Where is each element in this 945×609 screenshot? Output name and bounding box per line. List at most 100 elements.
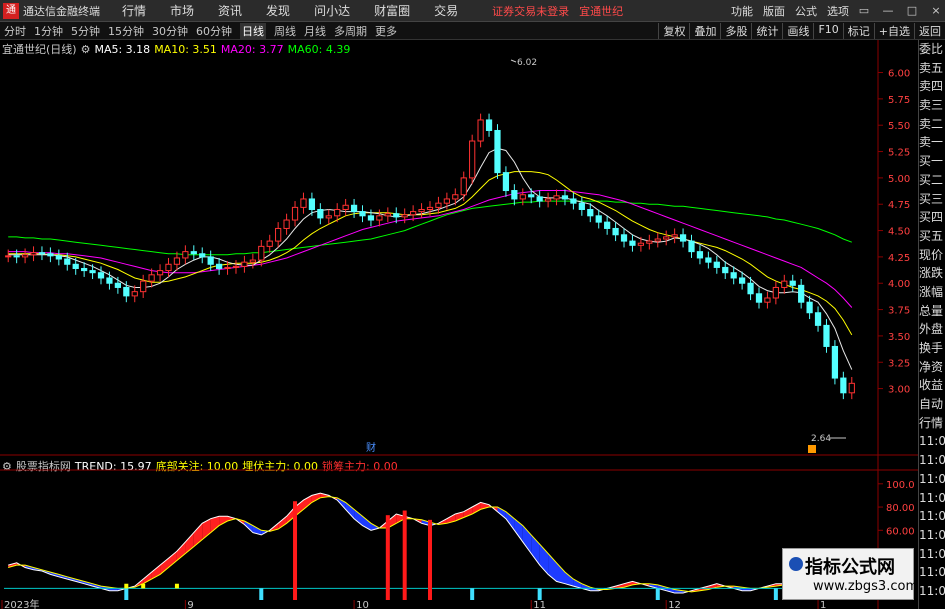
- menu-item-ask[interactable]: 问小达: [314, 2, 350, 19]
- period-intraday[interactable]: 分时: [4, 23, 26, 39]
- menu-item-options[interactable]: 选项: [827, 3, 849, 19]
- event-flag-icon[interactable]: [808, 445, 816, 453]
- side-panel-item[interactable]: 卖二: [919, 115, 945, 134]
- candle-down: [578, 202, 585, 210]
- candle-down: [747, 282, 754, 295]
- candle-down: [604, 221, 611, 229]
- candle-up: [848, 382, 855, 394]
- side-panel-item[interactable]: 涨跌: [919, 264, 945, 283]
- period-multi[interactable]: 多周期: [334, 23, 367, 39]
- menu-item-wealth[interactable]: 财富圈: [374, 2, 410, 19]
- side-panel-item[interactable]: 11:0: [919, 582, 945, 601]
- side-panel-item[interactable]: 自动: [919, 395, 945, 414]
- candle-up: [140, 280, 147, 293]
- event-marker[interactable]: 财: [366, 441, 376, 454]
- side-panel-item[interactable]: 净资: [919, 358, 945, 377]
- side-panel-item[interactable]: 买二: [919, 171, 945, 190]
- side-panel-item[interactable]: 委比: [919, 40, 945, 59]
- period-60min[interactable]: 60分钟: [196, 23, 232, 39]
- side-panel-item[interactable]: 行情: [919, 414, 945, 433]
- period-15min[interactable]: 15分钟: [108, 23, 144, 39]
- side-panel-item[interactable]: 11:0: [919, 489, 945, 508]
- period-daily[interactable]: 日线: [240, 22, 266, 39]
- menu-item-formula[interactable]: 公式: [795, 3, 817, 19]
- f10-button[interactable]: F10: [813, 22, 842, 39]
- menu-item-market[interactable]: 行情: [122, 2, 146, 19]
- multi-stock-button[interactable]: 多股: [720, 22, 751, 39]
- indicator-tick-label: 60.00: [886, 526, 915, 537]
- hidden-force-bar: [124, 583, 129, 589]
- chart-area[interactable]: 6.00 5.75 5.50 5.25 5.00 4.75 4.50 4.25 4.00 3.75…: [0, 40, 918, 609]
- price-axis: 6.00 5.75 5.50 5.25 5.00 4.75 4.50 4.25 4.00 3.75…: [878, 69, 910, 396]
- period-5min[interactable]: 5分钟: [71, 23, 100, 39]
- side-panel-item[interactable]: 外盘: [919, 320, 945, 339]
- candle-up: [410, 211, 417, 216]
- candle-up: [232, 265, 240, 268]
- side-panel-item[interactable]: 卖三: [919, 96, 945, 115]
- price-tick-label: 4.25: [888, 253, 910, 264]
- side-panel-item[interactable]: 买四: [919, 208, 945, 227]
- login-status[interactable]: 证券交易未登录: [492, 3, 569, 19]
- side-panel-item[interactable]: 11:0: [919, 507, 945, 526]
- restore-window-icon[interactable]: ▭: [855, 4, 873, 18]
- menu-item-markets[interactable]: 市场: [170, 2, 194, 19]
- side-panel-item[interactable]: 总量: [919, 302, 945, 321]
- indicator-tick-label: 80.00: [886, 503, 915, 514]
- side-panel-item[interactable]: 11:0: [919, 545, 945, 564]
- stats-button[interactable]: 统计: [751, 22, 782, 39]
- menu-item-discover[interactable]: 发现: [266, 2, 290, 19]
- period-weekly[interactable]: 周线: [274, 23, 296, 39]
- price-tick-label: 5.75: [888, 95, 910, 106]
- side-panel-item[interactable]: 11:0: [919, 432, 945, 451]
- side-panel-item[interactable]: 11:0: [919, 563, 945, 582]
- candle-down: [798, 284, 805, 303]
- candlesticks: [5, 113, 855, 400]
- candle-down: [755, 293, 763, 303]
- side-panel-item[interactable]: 涨幅: [919, 283, 945, 302]
- side-panel-item[interactable]: 11:0: [919, 526, 945, 545]
- annotations: 6.02 2.64 财: [366, 58, 846, 454]
- period-more[interactable]: 更多: [375, 23, 397, 39]
- menu-item-function[interactable]: 功能: [731, 3, 753, 19]
- candle-down: [739, 277, 746, 284]
- maximize-icon[interactable]: □: [903, 4, 921, 18]
- period-monthly[interactable]: 月线: [304, 23, 326, 39]
- mark-button[interactable]: 标记: [842, 22, 874, 39]
- side-panel-item[interactable]: 买一: [919, 152, 945, 171]
- side-panel-item[interactable]: 买三: [919, 190, 945, 209]
- candle-up: [544, 198, 552, 202]
- side-panel-item[interactable]: 11:0: [919, 451, 945, 470]
- price-tick-label: 3.00: [888, 385, 910, 396]
- candle-down: [72, 263, 79, 269]
- draw-line-button[interactable]: 画线: [782, 22, 813, 39]
- side-panel-item[interactable]: 买五: [919, 227, 945, 246]
- period-1min[interactable]: 1分钟: [34, 23, 63, 39]
- close-icon[interactable]: ×: [927, 4, 945, 18]
- candle-up: [376, 215, 383, 221]
- candle-down: [814, 312, 822, 326]
- side-panel-item[interactable]: 换手: [919, 339, 945, 358]
- minimize-icon[interactable]: —: [879, 4, 897, 18]
- candle-down: [13, 255, 20, 258]
- period-30min[interactable]: 30分钟: [152, 23, 188, 39]
- back-button[interactable]: 返回: [914, 22, 945, 39]
- menu-item-layout[interactable]: 版面: [763, 3, 785, 19]
- candle-down: [308, 198, 316, 210]
- side-panel-item[interactable]: 卖五: [919, 59, 945, 78]
- bottom-focus-bar: [259, 588, 264, 600]
- side-panel-item[interactable]: 卖一: [919, 133, 945, 152]
- side-panel-item[interactable]: 收益: [919, 376, 945, 395]
- overlay-button[interactable]: 叠加: [689, 22, 720, 39]
- candle-down: [38, 252, 46, 255]
- add-watchlist-button[interactable]: +自选: [873, 22, 914, 39]
- side-panel-item[interactable]: 现价: [919, 246, 945, 265]
- adjust-button[interactable]: 复权: [658, 22, 689, 39]
- side-panel-item[interactable]: 卖四: [919, 77, 945, 96]
- menu-item-trade[interactable]: 交易: [434, 2, 458, 19]
- menu-item-news[interactable]: 资讯: [218, 2, 242, 19]
- bottom-focus-bar: [537, 588, 542, 600]
- ma5-line: [8, 147, 853, 370]
- app-logo-icon: 通: [3, 2, 19, 19]
- side-panel-item[interactable]: 11:0: [919, 470, 945, 489]
- candle-up: [21, 254, 29, 258]
